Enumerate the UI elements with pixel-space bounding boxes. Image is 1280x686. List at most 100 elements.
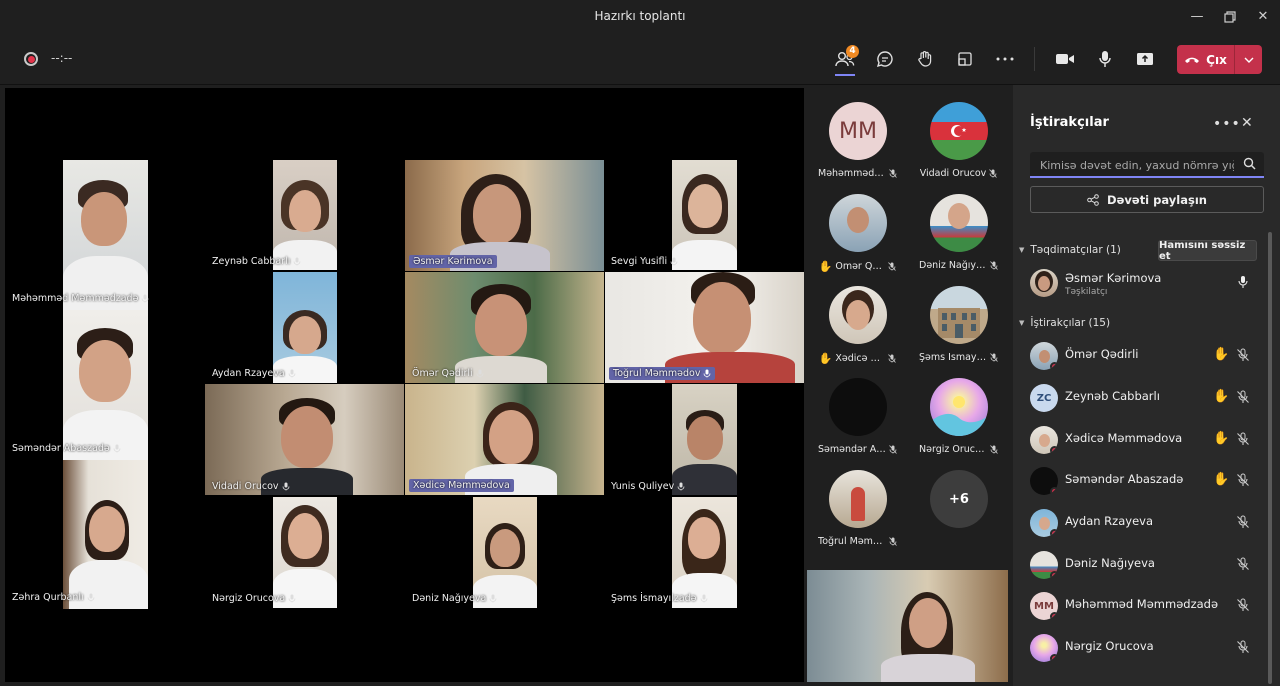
- avatar: MM: [1030, 592, 1058, 620]
- participant-name-tag: Şəms İsmayılzadə: [611, 593, 708, 604]
- participant-name: Xədicə Məmmədova: [1065, 431, 1183, 445]
- microphone-button[interactable]: [1087, 42, 1123, 76]
- show-participants-button[interactable]: 4: [827, 42, 863, 76]
- participant-name-tag: Zeynəb Cabbarlı: [212, 256, 301, 267]
- video-tile[interactable]: [63, 160, 148, 310]
- mic-off-icon[interactable]: [1236, 515, 1250, 529]
- gallery-participant[interactable]: Şəms İsmayılzadə: [908, 272, 1009, 366]
- camera-button[interactable]: [1047, 42, 1083, 76]
- participant-row[interactable]: Səməndər Abaszadə ✋: [1030, 465, 1260, 497]
- mic-off-icon[interactable]: [1236, 473, 1250, 487]
- participant-name-tag: Vidadi Orucov: [212, 481, 290, 492]
- raised-hand-icon: ✋: [1213, 389, 1230, 404]
- attendees-section-toggle[interactable]: ▼ İştirakçılar (15): [1019, 317, 1110, 329]
- video-tile[interactable]: [672, 384, 737, 495]
- chat-icon: [876, 51, 893, 68]
- mic-off-icon[interactable]: [1236, 348, 1250, 362]
- participants-badge: 4: [846, 45, 859, 58]
- mic-off-icon[interactable]: [1236, 432, 1250, 446]
- presenters-section-toggle[interactable]: ▼ Təqdimatçılar (1): [1019, 244, 1121, 256]
- participant-row[interactable]: Əsmər Kərimova Təşkilatçı: [1030, 267, 1260, 299]
- video-tile[interactable]: [63, 460, 148, 609]
- participant-name-tag: Xədicə Məmmədova: [409, 479, 514, 492]
- gallery-name: Toğrul Məmmədov: [807, 536, 908, 547]
- share-content-button[interactable]: [1127, 42, 1163, 76]
- video-tile[interactable]: [405, 272, 604, 383]
- participant-row[interactable]: Aydan Rzayeva: [1030, 507, 1260, 539]
- mic-icon: [282, 482, 289, 491]
- participant-role: Təşkilatçı: [1065, 287, 1108, 297]
- invite-input[interactable]: [1040, 156, 1234, 174]
- close-window-icon[interactable]: ✕: [1244, 0, 1280, 33]
- video-tile[interactable]: [273, 160, 337, 270]
- participant-row[interactable]: Nərgiz Orucova: [1030, 632, 1260, 664]
- microphone-icon: [1099, 51, 1111, 67]
- ellipsis-icon: [996, 57, 1014, 61]
- mic-off-icon[interactable]: [1236, 390, 1250, 404]
- gallery-participant[interactable]: MM Məhəmməd Məmmədzadə: [807, 88, 908, 182]
- mic-off-icon[interactable]: [1236, 557, 1250, 571]
- participant-name-tag: Ömər Qədirli: [412, 368, 484, 379]
- microphone-icon[interactable]: [1238, 275, 1248, 289]
- share-invite-label: Dəvəti paylaşın: [1107, 192, 1207, 207]
- video-tile[interactable]: [672, 497, 737, 608]
- breakout-rooms-button[interactable]: [947, 42, 983, 76]
- leave-button[interactable]: Çıx: [1177, 45, 1235, 74]
- participant-row[interactable]: Ömər Qədirli ✋: [1030, 340, 1260, 372]
- meeting-toolbar: --:-- 4 Çıx: [0, 33, 1280, 85]
- panel-more-options-icon[interactable]: •••: [1213, 116, 1240, 132]
- search-icon[interactable]: [1243, 157, 1256, 170]
- leave-options-button[interactable]: [1235, 45, 1262, 74]
- participant-name: Ömər Qədirli: [1065, 347, 1139, 361]
- gallery-participant[interactable]: Toğrul Məmmədov: [807, 456, 908, 550]
- rooms-icon: [958, 52, 972, 66]
- mic-off-icon: [990, 261, 998, 270]
- video-tile[interactable]: [273, 497, 337, 608]
- raise-hand-button[interactable]: [907, 42, 943, 76]
- participant-name: Zeynəb Cabbarlı: [1065, 389, 1160, 403]
- avatar: [1030, 509, 1058, 537]
- participant-row[interactable]: Xədicə Məmmədova ✋: [1030, 424, 1260, 456]
- mic-off-icon[interactable]: [1236, 640, 1250, 654]
- participant-name: Nərgiz Orucova: [1065, 639, 1154, 653]
- gallery-participant[interactable]: Səməndər Abaszadə: [807, 364, 908, 458]
- gallery-participant[interactable]: Nərgiz Orucova: [908, 364, 1009, 458]
- participant-row[interactable]: Dəniz Nağıyeva: [1030, 549, 1260, 581]
- gallery-participant[interactable]: ✋Xədicə Məmmədova: [807, 272, 908, 366]
- caret-down-icon: ▼: [1019, 319, 1025, 327]
- leave-button-group: Çıx: [1177, 45, 1262, 74]
- mic-off-icon[interactable]: [1236, 598, 1250, 612]
- hand-icon: [918, 51, 932, 67]
- mic-icon: [476, 369, 484, 378]
- gallery-name: Nərgiz Orucova: [908, 444, 1009, 455]
- more-actions-button[interactable]: [987, 42, 1023, 76]
- participant-row[interactable]: MM Məhəmməd Məmmədzadə: [1030, 590, 1260, 622]
- gallery-participant[interactable]: Vidadi Orucov: [908, 88, 1009, 182]
- invite-search-field: [1030, 152, 1264, 178]
- show-chat-button[interactable]: [867, 42, 903, 76]
- video-tile[interactable]: [273, 272, 337, 383]
- more-participants-button[interactable]: +6: [908, 456, 1009, 550]
- video-tile[interactable]: [205, 384, 404, 495]
- video-tile[interactable]: [63, 310, 148, 460]
- mute-all-button[interactable]: Hamısını səssiz et: [1158, 240, 1257, 262]
- close-icon[interactable]: ✕: [1241, 115, 1257, 131]
- participant-name-tag: Zəhra Qurbanlı: [12, 592, 95, 603]
- participant-name-tag: Toğrul Məmmədov: [609, 367, 716, 380]
- landscape-image-icon: [930, 396, 988, 436]
- flag-icon: [930, 102, 988, 160]
- participant-name: Məhəmməd Məmmədzadə: [1065, 597, 1219, 611]
- panel-scrollbar[interactable]: [1268, 232, 1272, 684]
- gallery-participant[interactable]: Dəniz Nağıyeva: [908, 180, 1009, 274]
- gallery-participant[interactable]: ✋Ömər Qədirli: [807, 180, 908, 274]
- participant-name: Əsmər Kərimova: [1065, 271, 1162, 285]
- raised-hand-icon: ✋: [1213, 472, 1230, 487]
- gallery-name: Şəms İsmayılzadə: [908, 352, 1009, 363]
- window-title: Hazırkı toplantı: [594, 9, 686, 23]
- participant-row[interactable]: ZC Zeynəb Cabbarlı ✋: [1030, 382, 1260, 414]
- share-invite-button[interactable]: Dəvəti paylaşın: [1030, 186, 1264, 213]
- video-tile[interactable]: [473, 497, 537, 608]
- avatar: [1030, 551, 1058, 579]
- video-tile[interactable]: [672, 160, 737, 270]
- mic-off-icon: [990, 353, 998, 362]
